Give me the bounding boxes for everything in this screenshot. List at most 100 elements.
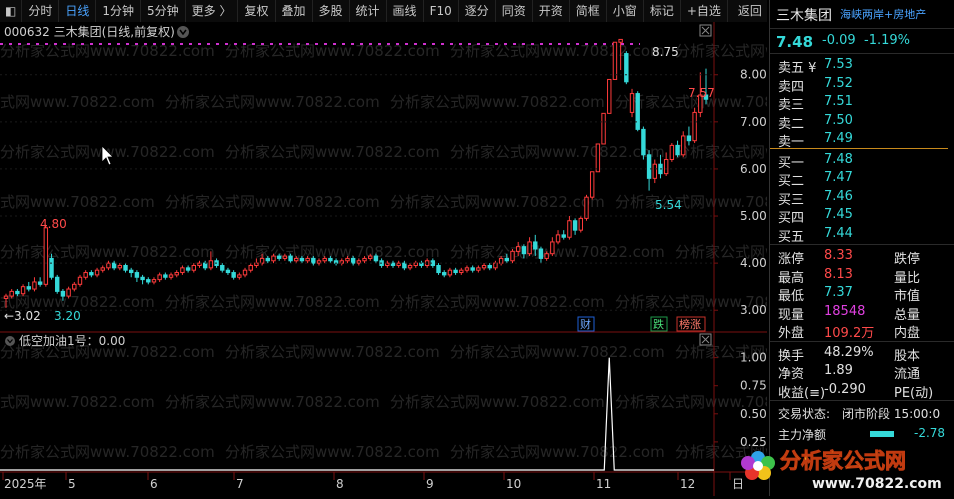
candle-body [72,283,77,290]
bid-level-value: 7.47 [824,170,853,185]
sector-tag[interactable]: 海峡两岸+房地产 [840,6,926,22]
ask-level: 卖一 7.49 [770,130,954,150]
stat-row-label: 最低 [778,289,805,304]
price-change-pct: -1.19% [864,33,910,48]
candle-body [527,241,532,255]
stat-row-label: 最高 [778,270,805,286]
candle-body [493,262,498,269]
kline-chart[interactable]: 分析家公式网www.70822.com 分析家公式网www.70822.com 分析… [0,22,890,496]
watermark-text: 分析家公式网www.70822.com [450,243,665,261]
candle-body [225,269,231,274]
event-tag[interactable]: 跌 [653,317,664,331]
tab-5min[interactable]: 5分钟 [141,0,186,22]
multi-stock-button[interactable]: 多股 [313,0,350,22]
candle-body [66,288,71,297]
candle-body [128,269,134,274]
trade-status-value: 闭市阶段 15:00:0 [842,407,941,421]
candle-body [350,257,356,264]
bid-level: 买五 7.44 [770,225,954,245]
candle-body [26,286,31,290]
candle-body [248,264,253,271]
candle-body [555,234,561,243]
fund-row: 收益(≡) -0.290 PE(动) [770,381,954,401]
stat-row-right-label: 总量 [894,307,921,323]
candle-body [487,264,492,269]
watermark-text: 分析家公式网www.70822.com [0,243,215,261]
bid-level-label: 买四 [778,211,805,226]
ask-level: 卖三 7.51 [770,93,954,113]
candle-body [595,143,601,173]
candle-body [43,227,49,285]
small-window-button[interactable]: 小窗 [607,0,644,22]
candle-body [396,262,401,266]
candle-body [635,93,640,130]
candle-body [237,274,242,278]
ask-level-label: 卖二 [778,116,805,132]
fund-row-value: 48.29% [824,344,874,360]
simple-frame-button[interactable]: 简框 [570,0,607,22]
chart-code-label: 000632 三木集团(日线,前复权) [4,24,175,39]
annotation-left_low: ←3.02 [4,309,41,323]
candle-body [259,257,265,264]
candle-body [510,250,515,262]
settings-icon[interactable] [177,26,189,38]
tab-daily[interactable]: 日线 [59,0,97,22]
ask-level-value: 7.52 [824,75,853,91]
price-tick-label: 5.00 [740,209,767,223]
stat-row: 最高 8.13 量比 [770,266,954,286]
candle-body [282,255,288,259]
tab-fenshi[interactable]: 分时 [22,0,60,22]
candle-body [15,290,20,295]
stat-row-right-label: 跌停 [894,252,921,267]
candle-body [83,272,88,278]
tab-1min[interactable]: 1分钟 [96,0,142,22]
add-watchlist-button[interactable]: +自选 [681,0,728,22]
open-capital-button[interactable]: 开资 [533,0,570,22]
tab-more[interactable]: 更多 〉 [186,0,239,22]
logo-flower-icon [741,451,775,480]
candle-body [629,93,635,113]
mark-button[interactable]: 标记 [644,0,681,22]
indicator-collapse-icon[interactable] [5,336,15,346]
draw-line-button[interactable]: 画线 [387,0,424,22]
candle-body [191,264,197,271]
stat-row-value: 7.37 [824,285,853,300]
candle-body [675,144,680,156]
watermark-text: 分析家公式网www.70822.com [450,143,665,161]
watermark-text: 分析家公式网www.70822.com [0,443,215,461]
tick-button[interactable]: 逐分 [459,0,496,22]
watermark-text: 分析家公式网www.70822.com [450,443,665,461]
stat-row-value: 18548 [824,303,866,319]
fund-row-right-label: PE(动) [894,385,934,401]
watermark-text: 分析家公式网www.70822.com [165,393,380,411]
statistics-button[interactable]: 统计 [350,0,387,22]
current-price: 7.48 [776,33,814,51]
watermark-text: 分析家公式网www.70822.com [390,193,605,211]
bid-level-value: 7.48 [824,151,853,167]
candle-body [208,260,214,269]
back-button[interactable]: 返回 [732,0,768,22]
section-divider [770,244,954,245]
same-capital-button[interactable]: 同资 [496,0,533,22]
ask-level: 卖四 7.52 [770,75,954,95]
overlay-button[interactable]: 叠加 [276,0,313,22]
f10-button[interactable]: F10 [424,0,459,22]
indicator-label: 低空加油1号：0.00 [19,334,125,348]
watermark-text: 分析家公式网www.70822.com [225,343,440,361]
restore-rights-button[interactable]: 复权 [238,0,276,22]
time-tick-label: 6 [150,477,158,491]
ask-level-value: 7.49 [824,131,853,146]
candle-body [134,272,140,278]
fund-row-right-label: 股本 [894,348,921,364]
candle-body [504,257,510,262]
sidebar-toggle-icon[interactable]: ◧ [0,0,23,22]
chart-area[interactable]: 分析家公式网www.70822.com 分析家公式网www.70822.com 分析… [0,22,890,496]
watermark-text: 分析家公式网www.70822.com [165,93,380,111]
annotation-high: 8.75 [652,45,679,59]
event-tag[interactable]: 财 [580,317,591,331]
stat-row: 外盘 109.2万 内盘 [770,321,954,341]
candle-body [515,246,521,252]
candle-body [242,269,248,276]
site-logo: 分析家公式网 www.70822.com [736,440,954,496]
event-tag[interactable]: 榜涨 [679,317,701,331]
